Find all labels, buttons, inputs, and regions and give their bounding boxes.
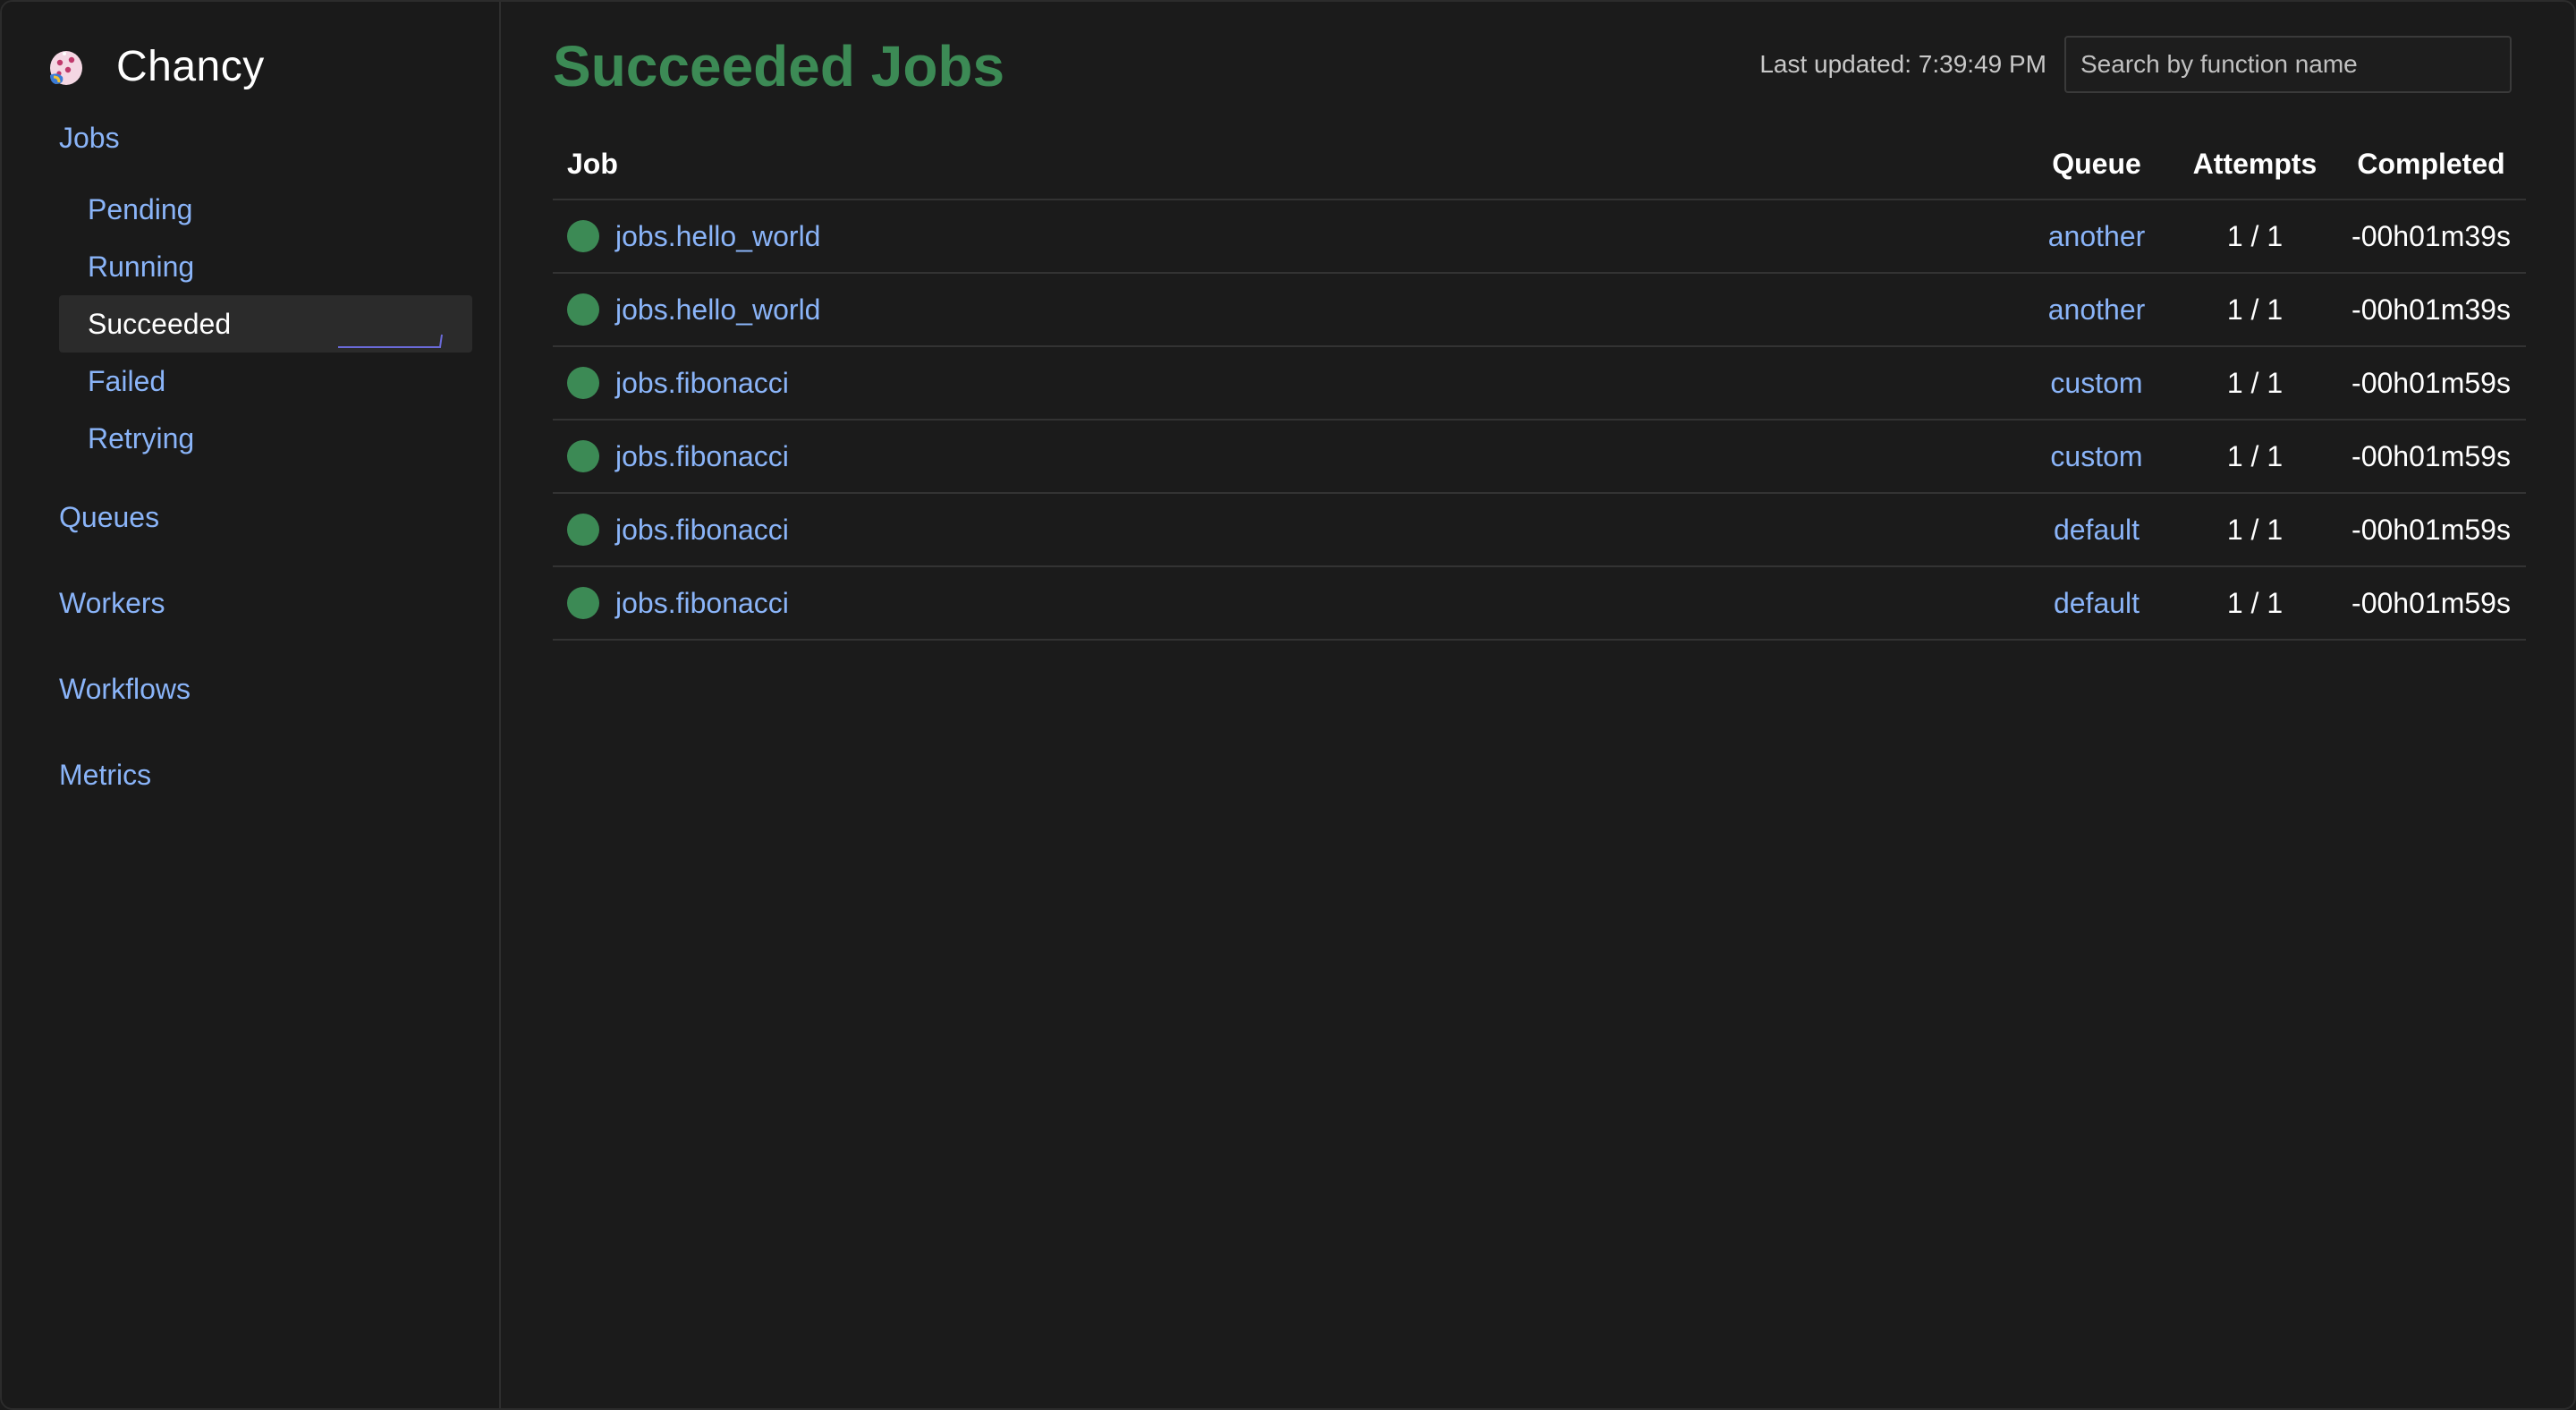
nav-jobs-pending[interactable]: Pending — [59, 181, 472, 238]
completed-cell: -00h01m39s — [2336, 200, 2526, 274]
app-name: Chancy — [116, 42, 265, 90]
table-row[interactable]: jobs.fibonacci custom 1 / 1 -00h01m59s — [553, 420, 2526, 494]
success-dot-icon — [567, 514, 599, 546]
attempts-cell: 1 / 1 — [2174, 346, 2336, 420]
completed-cell: -00h01m59s — [2336, 346, 2526, 420]
completed-cell: -00h01m59s — [2336, 420, 2526, 494]
success-dot-icon — [567, 587, 599, 619]
page-title: Succeeded Jobs — [553, 34, 1005, 98]
main-content: Succeeded Jobs Last updated: 7:39:49 PM … — [501, 2, 2574, 1408]
table-row[interactable]: jobs.fibonacci default 1 / 1 -00h01m59s — [553, 566, 2526, 641]
queue-cell: default — [2020, 493, 2174, 567]
job-cell: jobs.fibonacci — [553, 493, 2020, 567]
table-row[interactable]: jobs.fibonacci default 1 / 1 -00h01m59s — [553, 493, 2526, 567]
table-row[interactable]: jobs.hello_world another 1 / 1 -00h01m39… — [553, 200, 2526, 274]
column-header-attempts: Attempts — [2174, 129, 2336, 200]
job-link[interactable]: jobs.fibonacci — [615, 440, 789, 473]
job-cell: jobs.fibonacci — [553, 420, 2020, 494]
attempts-cell: 1 / 1 — [2174, 420, 2336, 494]
job-link[interactable]: jobs.hello_world — [615, 293, 820, 327]
nav-workers[interactable]: Workers — [59, 585, 165, 621]
nav-jobs-retrying[interactable]: Retrying — [59, 410, 472, 467]
job-link[interactable]: jobs.fibonacci — [615, 587, 789, 620]
queue-link[interactable]: another — [2048, 220, 2146, 252]
search-input[interactable] — [2064, 36, 2512, 93]
attempts-cell: 1 / 1 — [2174, 273, 2336, 347]
nav-jobs-succeeded[interactable]: Succeeded — [59, 295, 472, 352]
job-cell: jobs.hello_world — [553, 273, 2020, 347]
queue-cell: another — [2020, 200, 2174, 274]
nav-jobs-running[interactable]: Running — [59, 238, 472, 295]
table-row[interactable]: jobs.fibonacci custom 1 / 1 -00h01m59s — [553, 346, 2526, 420]
chancy-logo-icon — [50, 51, 82, 85]
jobs-table: Job Queue Attempts Completed jobs.hello_… — [553, 129, 2526, 641]
queue-link[interactable]: another — [2048, 293, 2146, 326]
completed-cell: -00h01m59s — [2336, 493, 2526, 567]
job-cell: jobs.hello_world — [553, 200, 2020, 274]
column-header-queue: Queue — [2020, 129, 2174, 200]
attempts-cell: 1 / 1 — [2174, 493, 2336, 567]
job-cell: jobs.fibonacci — [553, 346, 2020, 420]
active-indicator-icon — [338, 334, 443, 348]
column-header-completed: Completed — [2336, 129, 2526, 200]
nav-metrics[interactable]: Metrics — [59, 757, 151, 793]
queue-link[interactable]: custom — [2050, 440, 2142, 472]
nav-jobs-succeeded-label: Succeeded — [88, 307, 232, 340]
attempts-cell: 1 / 1 — [2174, 566, 2336, 641]
nav-workflows[interactable]: Workflows — [59, 671, 191, 707]
completed-cell: -00h01m59s — [2336, 566, 2526, 641]
job-link[interactable]: jobs.fibonacci — [615, 514, 789, 547]
last-updated-text: Last updated: 7:39:49 PM — [1759, 50, 2046, 78]
queue-link[interactable]: default — [2054, 587, 2140, 619]
success-dot-icon — [567, 220, 599, 252]
success-dot-icon — [567, 440, 599, 472]
brand[interactable]: Chancy — [45, 38, 265, 95]
column-header-job: Job — [553, 129, 2020, 200]
table-header-row: Job Queue Attempts Completed — [553, 129, 2526, 200]
sidebar: Chancy Jobs Pending Running Succeeded Fa… — [2, 2, 501, 1408]
attempts-cell: 1 / 1 — [2174, 200, 2336, 274]
queue-cell: another — [2020, 273, 2174, 347]
success-dot-icon — [567, 293, 599, 326]
job-cell: jobs.fibonacci — [553, 566, 2020, 641]
completed-cell: -00h01m39s — [2336, 273, 2526, 347]
success-dot-icon — [567, 367, 599, 399]
job-link[interactable]: jobs.hello_world — [615, 220, 820, 253]
job-link[interactable]: jobs.fibonacci — [615, 367, 789, 400]
queue-cell: custom — [2020, 346, 2174, 420]
queue-cell: custom — [2020, 420, 2174, 494]
queue-cell: default — [2020, 566, 2174, 641]
queue-link[interactable]: custom — [2050, 367, 2142, 399]
table-row[interactable]: jobs.hello_world another 1 / 1 -00h01m39… — [553, 273, 2526, 347]
nav-jobs-failed[interactable]: Failed — [59, 352, 472, 410]
nav-queues[interactable]: Queues — [59, 499, 159, 535]
nav-jobs[interactable]: Jobs — [59, 120, 120, 156]
queue-link[interactable]: default — [2054, 514, 2140, 546]
app-window: Chancy Jobs Pending Running Succeeded Fa… — [0, 0, 2576, 1410]
